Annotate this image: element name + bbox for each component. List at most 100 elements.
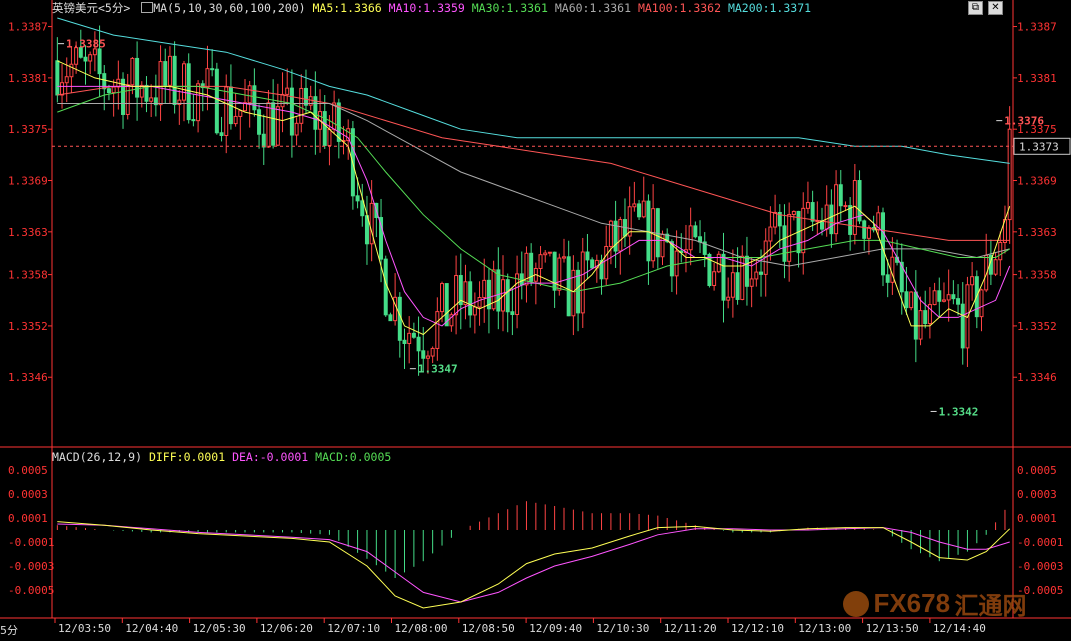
candle-body <box>726 296 731 301</box>
candle-body <box>425 355 430 359</box>
candle-body <box>646 200 651 262</box>
candle-body <box>402 339 407 344</box>
price-tick-label: 1.3381 <box>8 72 48 85</box>
candle-body <box>768 226 773 242</box>
candle-body <box>64 76 69 84</box>
candle-body <box>721 253 726 301</box>
forex-chart[interactable]: 1.3387 1.3387 1.3381 1.3381 1.3375 1.3375 1.33… <box>0 0 1071 637</box>
candle-body <box>257 109 262 135</box>
candle-body <box>106 88 111 94</box>
ma-value-0: MA5:1.3366 <box>312 1 389 15</box>
candle-body <box>411 332 416 338</box>
candle-body <box>857 180 862 222</box>
candle-body <box>674 250 679 277</box>
candle-body <box>416 336 421 352</box>
candle-body <box>430 347 435 357</box>
candle-body <box>960 303 965 349</box>
candle-body <box>515 273 520 316</box>
candle-body <box>510 311 515 316</box>
price-tick-label: 1.3352 <box>1017 320 1057 333</box>
watermark-cn: 汇通网 <box>954 592 1027 620</box>
price-tick-label: 1.3358 <box>1017 269 1057 282</box>
time-label: 12/11:20 <box>664 622 717 635</box>
candle-body <box>759 271 764 275</box>
watermark-logo: FX678 汇通网 <box>843 586 1027 620</box>
candle-body <box>524 252 529 286</box>
close-icon[interactable]: ✕ <box>988 1 1003 15</box>
candle-body <box>440 283 445 313</box>
macd-tick-label: 0.0005 <box>8 464 48 477</box>
macd-value: MACD:0.0005 <box>315 450 392 464</box>
macd-tick-label: -0.0003 <box>8 560 54 573</box>
candle-body <box>712 271 717 286</box>
macd-histogram <box>56 501 1006 578</box>
price-tick-label: 1.3346 <box>1017 371 1057 384</box>
candle-body <box>637 203 642 218</box>
price-tick-label: 1.3381 <box>1017 72 1057 85</box>
candle-body <box>158 61 163 106</box>
candle-body <box>182 63 187 101</box>
chart-canvas[interactable]: 1.3387 1.33871.3381 1.33811.3375 1.33751.33… <box>0 0 1071 637</box>
candle-body <box>782 225 787 262</box>
price-tick-label: 1.3358 <box>8 269 48 282</box>
candle-body <box>463 281 468 306</box>
candle-body <box>332 102 337 130</box>
candle-body <box>848 205 853 235</box>
candle-body <box>744 255 749 287</box>
candle-body <box>163 61 168 86</box>
candle-body <box>83 56 88 62</box>
candle-body <box>55 60 60 96</box>
restore-icon[interactable]: ⧉ <box>968 1 983 15</box>
ma-toggle-icon[interactable] <box>141 2 154 13</box>
candle-body <box>219 132 224 136</box>
macd-tick-label: -0.0005 <box>8 584 54 597</box>
candle-body <box>805 202 810 209</box>
candle-body <box>407 332 412 344</box>
candle-body <box>88 54 93 62</box>
candle-body <box>956 298 961 305</box>
price-tick-label: 1.3346 <box>8 371 48 384</box>
candle-body <box>135 57 140 98</box>
candle-body <box>238 110 243 117</box>
chart-header: 英镑美元<5分> MA(5,10,30,60,100,200) MA5:1.33… <box>52 1 811 15</box>
candle-body <box>196 83 201 122</box>
macd-tick-label: -0.0001 <box>8 536 54 549</box>
price-tick-label: 1.3352 <box>8 320 48 333</box>
candle-body <box>552 251 557 291</box>
candle-body <box>791 210 796 215</box>
candle-body <box>444 283 449 327</box>
candle-body <box>454 275 459 316</box>
candle-body <box>543 252 548 256</box>
candle-body <box>590 259 595 269</box>
candle-body <box>224 86 229 136</box>
candle-body <box>923 310 928 325</box>
current-price-label: 1.3373 <box>1019 140 1059 153</box>
time-label: 12/12:10 <box>731 622 784 635</box>
period-tag[interactable]: 5分 <box>0 622 18 638</box>
candle-body <box>247 85 252 104</box>
candle-body <box>688 225 693 251</box>
candle-body <box>130 57 135 86</box>
macd-dea: DEA:-0.0001 <box>232 450 309 464</box>
time-label: 12/13:50 <box>866 622 919 635</box>
candle-body <box>383 258 388 316</box>
candle-body <box>918 310 923 340</box>
candle-body <box>172 55 177 106</box>
macd-header: MACD(26,12,9) DIFF:0.0001 DEA:-0.0001 MA… <box>52 450 391 464</box>
candle-body <box>946 294 951 301</box>
ma-value-3: MA60:1.3361 <box>554 1 638 15</box>
macd-tick-label: 0.0001 <box>8 512 48 525</box>
macd-tick-label: -0.0003 <box>1017 560 1063 573</box>
candle-body <box>252 85 257 111</box>
ma-value-5: MA200:1.3371 <box>727 1 812 15</box>
candle-body <box>561 256 566 259</box>
candle-body <box>838 184 843 207</box>
candle-body <box>693 225 698 238</box>
candle-body <box>285 87 290 95</box>
ma-values: MA5:1.3366 MA10:1.3359 MA30:1.3361 MA60:… <box>312 1 811 15</box>
moving-average-lines <box>57 17 1011 336</box>
price-tick-label: 1.3363 <box>1017 226 1057 239</box>
candle-body <box>773 211 778 228</box>
time-label: 12/08:00 <box>395 622 448 635</box>
candle-body <box>909 291 914 309</box>
